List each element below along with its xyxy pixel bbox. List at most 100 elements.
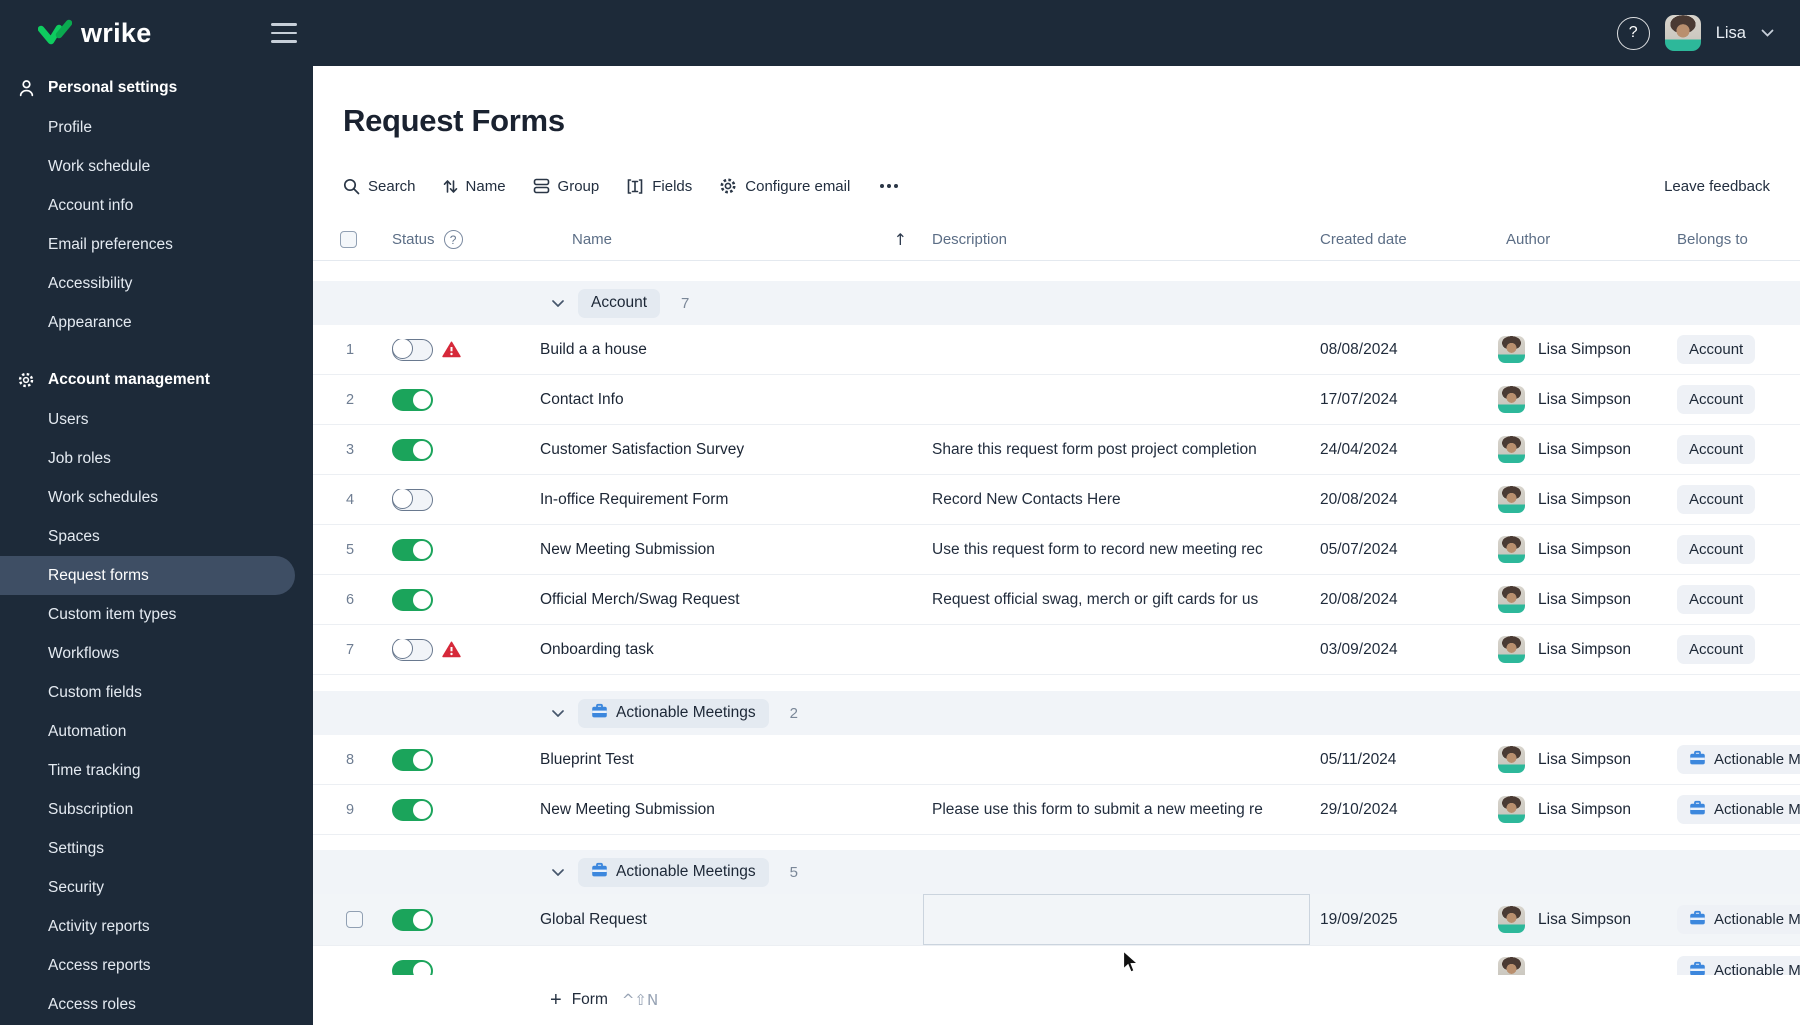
column-header-status[interactable]: Status ? [392,230,540,249]
select-all-checkbox[interactable] [340,231,357,248]
status-toggle[interactable] [392,798,433,821]
belongs-to-pill[interactable]: Actionable Meetings [1677,745,1800,774]
chevron-down-icon[interactable] [550,299,566,307]
group-pill[interactable]: Account [578,288,661,318]
description-cell[interactable] [923,625,1310,674]
wrike-logo[interactable]: wrike [38,18,152,49]
status-toggle[interactable] [392,338,433,361]
chevron-down-icon[interactable] [550,709,566,717]
group-header-actionable-meetings-2[interactable]: Actionable Meetings 2 [313,691,1800,735]
description-cell[interactable]: Record New Contacts Here [923,475,1310,524]
description-cell[interactable] [923,325,1310,374]
status-toggle[interactable] [392,588,433,611]
sidebar-item-custom-item-types[interactable]: Custom item types [0,595,295,634]
column-header-name[interactable]: Name ↑ [540,230,923,249]
belongs-to-pill[interactable]: Actionable Meetings [1677,905,1800,934]
table-row[interactable]: 5 New Meeting Submission Use this request … [313,525,1800,575]
sidebar-item-custom-fields[interactable]: Custom fields [0,673,295,712]
form-name-cell[interactable]: New Meeting Submission [540,541,923,559]
group-pill[interactable]: Actionable Meetings [578,698,769,728]
table-row[interactable]: 6 Official Merch/Swag Request Request offi… [313,575,1800,625]
add-form-button[interactable]: + Form ^⇧N [313,975,1800,1025]
table-row[interactable]: 1 Build a a house 08/08/2024 Lisa Simpson Ac… [313,325,1800,375]
belongs-to-pill[interactable]: Account [1677,585,1756,614]
belongs-to-pill[interactable]: Account [1677,485,1756,514]
sidebar-item-access-roles[interactable]: Access roles [0,985,295,1024]
table-row[interactable]: 3 Customer Satisfaction Survey Share this … [313,425,1800,475]
status-toggle[interactable] [392,488,433,511]
sidebar-item-work-schedules[interactable]: Work schedules [0,478,295,517]
belongs-to-pill[interactable]: Account [1677,635,1756,664]
form-name-cell[interactable]: In-office Requirement Form [540,491,923,509]
sidebar-item-job-roles[interactable]: Job roles [0,439,295,478]
description-cell[interactable] [923,375,1310,424]
description-cell[interactable] [923,735,1310,784]
leave-feedback-link[interactable]: Leave feedback [1664,178,1770,195]
form-name-cell[interactable]: Customer Satisfaction Survey [540,441,923,459]
group-header-actionable-meetings-5[interactable]: Actionable Meetings 5 [313,850,1800,894]
table-row[interactable]: 9 New Meeting Submission Please use this f… [313,785,1800,835]
form-name-cell[interactable]: Contact Info [540,391,923,409]
sidebar-item-activity-reports[interactable]: Activity reports [0,907,295,946]
sort-button[interactable]: Name [443,178,506,195]
user-avatar[interactable] [1664,15,1701,51]
status-toggle[interactable] [392,438,433,461]
table-row[interactable]: 7 Onboarding task 03/09/2024 Lisa Simpson Ac… [313,625,1800,675]
column-header-author[interactable]: Author [1490,231,1665,248]
sidebar-item-accessibility[interactable]: Accessibility [0,264,295,303]
form-name-cell[interactable]: Onboarding task [540,641,923,659]
group-pill[interactable]: Actionable Meetings [578,857,769,887]
sidebar-item-automation[interactable]: Automation [0,712,295,751]
belongs-to-pill[interactable]: Account [1677,435,1756,464]
sidebar-item-account-info[interactable]: Account info [0,186,295,225]
status-toggle[interactable] [392,908,433,931]
hamburger-icon[interactable] [271,23,297,43]
sidebar-item-users[interactable]: Users [0,400,295,439]
status-toggle[interactable] [392,388,433,411]
column-header-belongs-to[interactable]: Belongs to [1665,231,1800,248]
configure-email-button[interactable]: Configure email [719,177,850,195]
belongs-to-pill[interactable]: Account [1677,335,1756,364]
description-cell[interactable] [923,894,1310,945]
description-cell[interactable]: Use this request form to record new meet… [923,525,1310,574]
sort-ascending-icon[interactable]: ↑ [894,230,907,249]
column-header-created-date[interactable]: Created date [1310,231,1490,248]
sidebar-item-time-tracking[interactable]: Time tracking [0,751,295,790]
sidebar-item-spaces[interactable]: Spaces [0,517,295,556]
sidebar-item-appearance[interactable]: Appearance [0,303,295,342]
sidebar-item-settings[interactable]: Settings [0,829,295,868]
fields-button[interactable]: Fields [626,178,692,195]
chevron-down-icon[interactable] [1761,29,1774,37]
column-header-description[interactable]: Description [923,231,1310,248]
search-button[interactable]: Search [343,178,416,195]
description-cell[interactable]: Share this request form post project com… [923,425,1310,474]
chevron-down-icon[interactable] [550,868,566,876]
sidebar-item-workflows[interactable]: Workflows [0,634,295,673]
help-icon[interactable]: ? [1616,16,1650,50]
belongs-to-pill[interactable]: Account [1677,385,1756,414]
table-row[interactable]: Global Request 19/09/2025 Lisa Simpson Acti… [313,894,1800,946]
status-toggle[interactable] [392,748,433,771]
form-name-cell[interactable]: Build a a house [540,341,923,359]
user-name[interactable]: Lisa [1716,24,1746,43]
group-header-account-7[interactable]: Account 7 [313,281,1800,325]
sidebar-item-profile[interactable]: Profile [0,108,295,147]
sidebar-item-access-reports[interactable]: Access reports [0,946,295,985]
more-options-button[interactable] [879,183,899,189]
form-name-cell[interactable]: Global Request [540,911,923,929]
form-name-cell[interactable]: Blueprint Test [540,751,923,769]
sidebar-item-request-forms[interactable]: Request forms [0,556,295,595]
status-toggle[interactable] [392,638,433,661]
table-row[interactable]: 4 In-office Requirement Form Record New Co… [313,475,1800,525]
row-checkbox[interactable] [346,911,363,928]
form-name-cell[interactable]: Official Merch/Swag Request [540,591,923,609]
form-name-cell[interactable]: New Meeting Submission [540,801,923,819]
belongs-to-pill[interactable]: Actionable Meetings [1677,795,1800,824]
description-cell[interactable]: Request official swag, merch or gift car… [923,575,1310,624]
status-help-icon[interactable]: ? [443,230,463,249]
group-button[interactable]: Group [533,178,599,195]
status-toggle[interactable] [392,538,433,561]
sidebar-item-security[interactable]: Security [0,868,295,907]
belongs-to-pill[interactable]: Account [1677,535,1756,564]
description-cell[interactable]: Please use this form to submit a new mee… [923,785,1310,834]
